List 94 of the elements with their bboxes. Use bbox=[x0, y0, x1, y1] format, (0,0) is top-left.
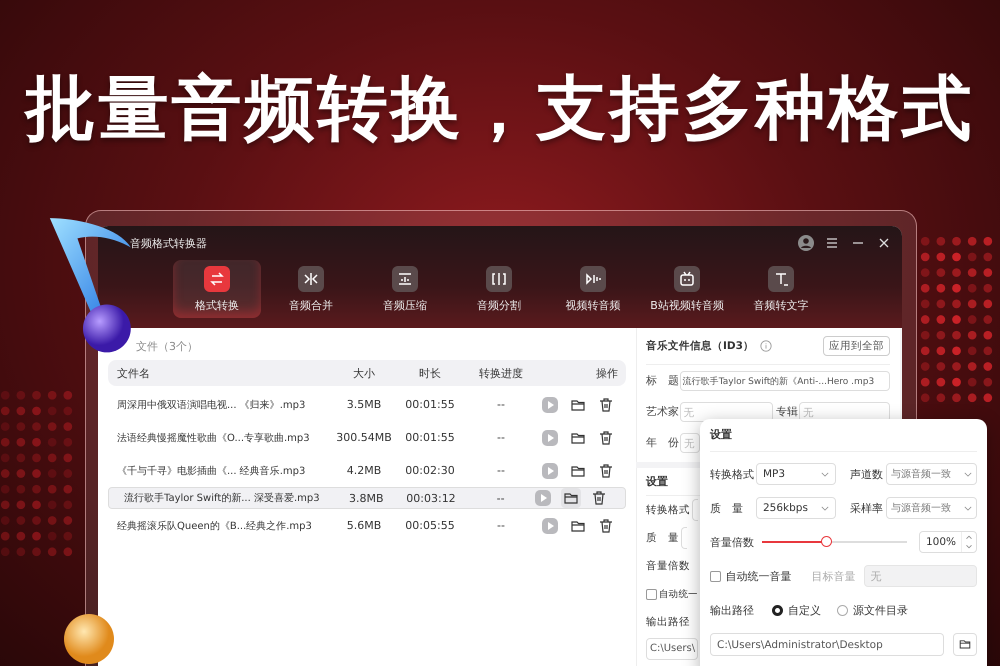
field-label: 转换格式 bbox=[710, 466, 755, 482]
path-field[interactable]: C:\Users\ bbox=[646, 638, 698, 660]
file-duration: 00:03:12 bbox=[405, 492, 457, 504]
column-header: 操作 bbox=[595, 366, 619, 380]
tool-tab[interactable]: 视频转音频 bbox=[549, 260, 637, 318]
file-row[interactable]: 周深用中俄双语演唱电视... 《归来》.mp3 3.5MB 00:01:55 -- bbox=[108, 388, 626, 421]
path-field[interactable]: C:\Users\Administrator\Desktop bbox=[710, 632, 944, 656]
checkbox[interactable] bbox=[710, 570, 721, 582]
file-count: 文件（3个） bbox=[135, 339, 199, 355]
conversion-progress: -- bbox=[496, 398, 506, 411]
conversion-progress: -- bbox=[496, 492, 506, 504]
panel-title: 音乐文件信息（ID3） bbox=[646, 339, 754, 353]
file-duration: 00:02:30 bbox=[404, 464, 456, 477]
split-icon bbox=[486, 266, 512, 292]
headline: 批量音频转换，支持多种格式 bbox=[22, 66, 976, 151]
radio-button[interactable] bbox=[772, 604, 783, 616]
field-label: 专辑 bbox=[776, 404, 799, 419]
compress-icon bbox=[392, 266, 418, 292]
file-row[interactable]: 流行歌手Taylor Swift的新... 深受喜爱.mp3 3.8MB 00:03:12 -- bbox=[108, 487, 626, 509]
field-label: 质 量 bbox=[710, 500, 744, 516]
column-header: 时长 bbox=[418, 366, 442, 380]
file-name: 经典摇滚乐队Queen的《B...经典之作.mp3 bbox=[116, 520, 313, 532]
field-label: 声道数 bbox=[850, 466, 884, 482]
file-size: 3.5MB bbox=[346, 398, 382, 411]
file-row[interactable]: 《千与千寻》电影插曲《... 经典音乐.mp3 4.2MB 00:02:30 -- bbox=[108, 454, 626, 487]
file-duration: 00:01:55 bbox=[404, 431, 456, 444]
tool-tab[interactable]: 音频压缩 bbox=[361, 260, 449, 318]
column-header: 大小 bbox=[352, 366, 376, 380]
apply-all-button[interactable]: 应用到全部 bbox=[823, 336, 890, 356]
chevron-down-icon bbox=[964, 472, 972, 476]
folder-icon[interactable] bbox=[561, 488, 581, 508]
file-name: 周深用中俄双语演唱电视... 《归来》.mp3 bbox=[116, 398, 306, 412]
tv-icon bbox=[674, 266, 700, 292]
volume-spinbox[interactable]: 100% bbox=[919, 531, 977, 553]
radio-label: 源文件目录 bbox=[853, 602, 908, 618]
field-label: 质 量 bbox=[646, 531, 679, 545]
text-icon bbox=[768, 266, 794, 292]
conversion-progress: -- bbox=[496, 464, 506, 477]
window-title: 音频格式转换器 bbox=[130, 236, 207, 250]
conversion-progress: -- bbox=[496, 431, 506, 444]
field-label: 采样率 bbox=[850, 500, 884, 516]
tool-tab[interactable]: 格式转换 bbox=[173, 260, 261, 318]
user-icon[interactable] bbox=[798, 235, 814, 251]
file-duration: 00:05:55 bbox=[404, 519, 456, 532]
info-icon[interactable] bbox=[760, 340, 772, 352]
field-label: 年 份 bbox=[646, 435, 680, 450]
radio-label: 自定义 bbox=[788, 602, 821, 618]
file-size: 3.8MB bbox=[348, 492, 385, 504]
field-label: 艺术家 bbox=[646, 404, 680, 419]
field-label: 目标音量 bbox=[812, 568, 856, 584]
radio-option[interactable]: 自定义 bbox=[772, 602, 821, 618]
chevron-down-icon bbox=[964, 506, 972, 510]
radio-button[interactable] bbox=[837, 604, 848, 616]
file-name: 《千与千寻》电影插曲《... 经典音乐.mp3 bbox=[116, 464, 306, 478]
file-name: 流行歌手Taylor Swift的新... 深受喜爱.mp3 bbox=[123, 492, 321, 505]
column-header: 文件名 bbox=[116, 366, 151, 380]
field-label: 转换格式 bbox=[646, 503, 690, 517]
file-size: 300.54MB bbox=[336, 431, 392, 444]
tool-tab[interactable]: 音频分割 bbox=[455, 260, 543, 318]
field-label: 输出路径 bbox=[710, 602, 755, 618]
card-title: 设置 bbox=[710, 419, 977, 452]
field-label: 音量倍数 bbox=[710, 534, 755, 550]
tool-tab[interactable]: 音频转文字 bbox=[737, 260, 825, 318]
tool-tab[interactable]: B站视频转音频 bbox=[643, 260, 731, 318]
file-row[interactable]: 法语经典慢摇魔性歌曲《O...专享歌曲.mp3 300.54MB 00:01:55 -- bbox=[108, 421, 626, 454]
conversion-progress: -- bbox=[496, 519, 506, 532]
chevron-down-icon bbox=[821, 472, 829, 476]
title-field[interactable]: 流行歌手Taylor Swift的新《Anti-...Hero .mp3 bbox=[680, 370, 890, 390]
convert-icon bbox=[204, 266, 230, 292]
quality-select[interactable]: 256kbps bbox=[756, 497, 836, 519]
ball-drawing bbox=[63, 612, 115, 666]
checkbox-label: 自动统一 bbox=[659, 588, 698, 600]
file-name: 法语经典慢摇魔性歌曲《O...专享歌曲.mp3 bbox=[116, 432, 311, 444]
sample-rate-select[interactable]: 与源音频一致 bbox=[886, 497, 977, 519]
column-header: 转换进度 bbox=[478, 366, 524, 380]
file-duration: 00:01:55 bbox=[404, 398, 456, 411]
video-icon bbox=[580, 266, 606, 292]
tool-tab[interactable]: 音频合并 bbox=[267, 260, 355, 318]
channels-select[interactable]: 与源音频一致 bbox=[886, 463, 977, 485]
radio-option[interactable]: 源文件目录 bbox=[837, 602, 908, 618]
checkbox-label: 自动统一音量 bbox=[726, 568, 792, 584]
format-select[interactable]: MP3 bbox=[756, 463, 836, 485]
chevron-down-icon bbox=[821, 506, 829, 510]
slider-thumb[interactable] bbox=[821, 536, 832, 547]
field-label: 标 题 bbox=[646, 373, 680, 388]
file-size: 5.6MB bbox=[346, 519, 382, 532]
merge-icon bbox=[298, 266, 324, 292]
file-row[interactable]: 经典摇滚乐队Queen的《B...经典之作.mp3 5.6MB 00:05:55 -- bbox=[108, 509, 626, 542]
field-label: 音量倍数 bbox=[646, 559, 690, 573]
browse-folder-button[interactable] bbox=[953, 632, 977, 656]
target-volume-field: 无 bbox=[864, 565, 977, 587]
checkbox[interactable] bbox=[646, 588, 657, 600]
file-size: 4.2MB bbox=[346, 464, 382, 477]
field-label: 输出路径 bbox=[646, 615, 690, 629]
